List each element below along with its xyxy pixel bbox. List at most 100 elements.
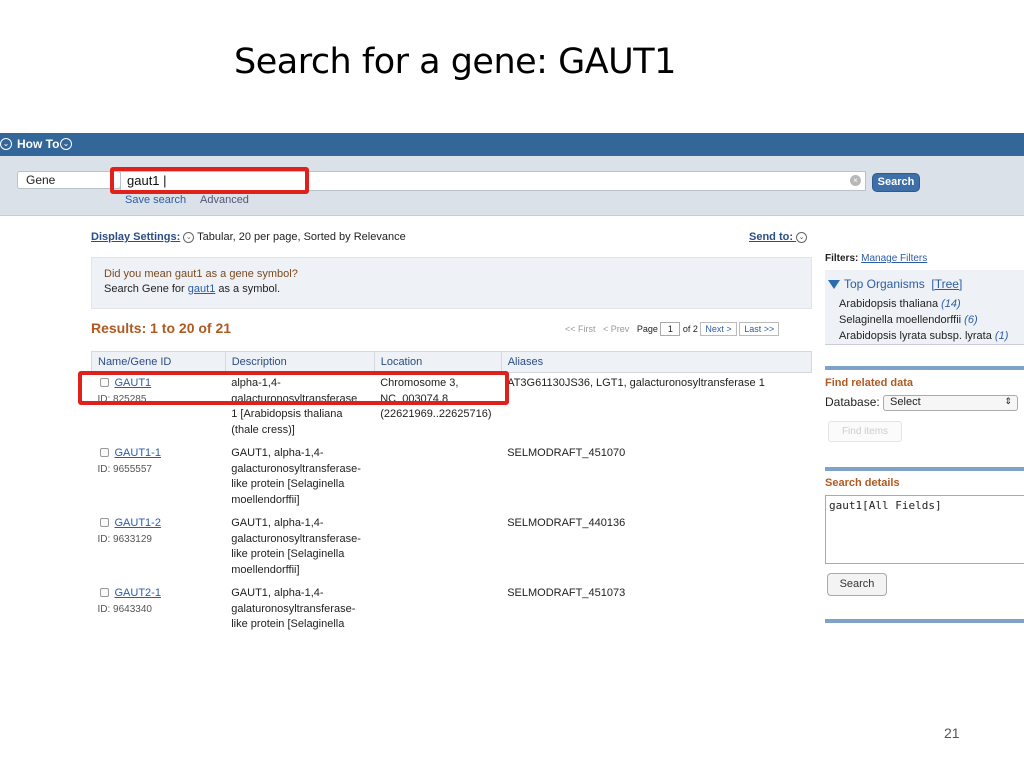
first-page-link[interactable]: << First xyxy=(565,324,596,334)
location-cell xyxy=(374,583,501,633)
database-dropdown-value: Select xyxy=(890,396,921,408)
display-settings-link[interactable]: Display Settings: xyxy=(91,231,180,243)
section-divider xyxy=(825,619,1024,623)
column-header[interactable]: Name/Gene ID xyxy=(91,351,226,373)
description-line: GAUT1, alpha-1,4- xyxy=(231,587,324,599)
filters: Filters: Manage Filters xyxy=(825,253,927,264)
gene-link[interactable]: GAUT1-2 xyxy=(115,517,161,529)
gene-id: ID: 9633129 xyxy=(97,533,153,545)
chevron-down-icon[interactable]: ⌄ xyxy=(60,138,72,150)
column-header[interactable]: Aliases xyxy=(500,351,813,373)
column-header[interactable]: Location xyxy=(373,351,502,373)
database-dropdown[interactable]: Select ⇕ xyxy=(883,395,1019,411)
page-label: Page xyxy=(636,324,658,334)
last-page-button[interactable]: Last >> xyxy=(739,322,780,336)
query-highlight-box xyxy=(110,167,309,194)
chevron-down-icon[interactable]: ⌄ xyxy=(0,138,12,150)
description-line: galaturonosyltransferase- xyxy=(231,602,356,615)
description-cell: GAUT1, alpha-1,4- galaturonosyltransferas… xyxy=(225,583,374,633)
slide-title: Search for a gene: GAUT1 xyxy=(234,42,676,82)
display-settings: Display Settings: ⌄ Tabular, 20 per page… xyxy=(91,231,406,243)
database-label: Database: xyxy=(825,395,880,410)
suggestion-question: Did you mean gaut1 as a gene symbol? xyxy=(104,268,298,280)
name-cell: GAUT2-1 ID: 9643340 xyxy=(92,583,226,633)
page-input[interactable]: 1 xyxy=(660,322,681,336)
gene-id: ID: 9643340 xyxy=(97,603,153,615)
organism-filter[interactable]: Arabidopsis lyrata subsp. lyrata (1) xyxy=(839,330,1008,342)
organism-name: Arabidopsis thaliana xyxy=(839,298,939,310)
manage-filters-link[interactable]: Manage Filters xyxy=(861,253,927,264)
suggestion-link[interactable]: gaut1 xyxy=(188,283,216,295)
location-cell xyxy=(374,443,501,513)
aliases-cell: SELMODRAFT_451070 xyxy=(507,447,626,459)
description-cell: GAUT1, alpha-1,4- galacturonosyltransfera… xyxy=(225,513,374,583)
suggestion-text: Search Gene for xyxy=(104,283,188,295)
chevron-down-icon[interactable]: ⌄ xyxy=(183,231,195,243)
organism-name: Selaginella moellendorffii xyxy=(839,314,962,326)
find-items-button[interactable]: Find items xyxy=(828,421,902,442)
organism-filter[interactable]: Selaginella moellendorffii (6) xyxy=(839,314,978,326)
save-search-link[interactable]: Save search xyxy=(125,194,186,206)
prev-page-link[interactable]: < Prev xyxy=(603,324,629,334)
aliases-cell: SELMODRAFT_451073 xyxy=(507,587,626,599)
advanced-link[interactable]: Advanced xyxy=(200,194,249,206)
clear-icon[interactable]: × xyxy=(850,175,861,186)
description-line: moellendorffii] xyxy=(231,493,300,506)
aliases-cell: SELMODRAFT_440136 xyxy=(507,517,626,529)
top-bar: ⌄ How To ⌄ xyxy=(0,133,1024,156)
filters-label: Filters: xyxy=(825,253,859,264)
top-organisms-panel: Top Organisms [Tree] Arabidopsis thalian… xyxy=(825,270,1024,345)
description-line: galacturonosyltransferase- xyxy=(231,462,361,475)
database-row: Database: Select ⇕ xyxy=(825,395,1019,411)
description-cell: GAUT1, alpha-1,4- galacturonosyltransfera… xyxy=(225,443,374,513)
search-details-button[interactable]: Search xyxy=(827,573,887,596)
row-checkbox[interactable] xyxy=(99,518,109,528)
page-of: of 2 xyxy=(682,324,698,334)
ncbi-gene-screenshot: ⌄ How To ⌄ Gene gaut1 | × Search Save se… xyxy=(0,133,1024,633)
search-details-title: Search details xyxy=(825,477,900,489)
column-header[interactable]: Description xyxy=(224,351,375,373)
table-row: GAUT2-1 ID: 9643340 GAUT1, alpha-1,4- galat… xyxy=(92,583,812,633)
organism-filter[interactable]: Arabidopsis thaliana (14) xyxy=(839,298,961,310)
section-divider xyxy=(825,366,1024,370)
organism-count: (14) xyxy=(941,298,961,310)
gene-link[interactable]: GAUT2-1 xyxy=(115,587,161,599)
description-line: GAUT1, alpha-1,4- xyxy=(231,447,324,459)
row-checkbox[interactable] xyxy=(99,588,109,598)
name-cell: GAUT1-2 ID: 9633129 xyxy=(92,513,226,583)
table-row: GAUT1-1 ID: 9655557 GAUT1, alpha-1,4- galac… xyxy=(92,443,812,513)
description-line: like protein [Selaginella xyxy=(231,478,345,490)
suggestion-box: Did you mean gaut1 as a gene symbol? Sea… xyxy=(91,257,812,309)
organism-count: (6) xyxy=(964,314,978,326)
row-checkbox[interactable] xyxy=(99,448,109,458)
description-line: moellendorffii] xyxy=(231,633,368,634)
section-divider xyxy=(825,467,1024,471)
send-to[interactable]: Send to: ⌄ xyxy=(749,231,808,243)
top-organisms-header[interactable]: Top Organisms [Tree] xyxy=(828,277,962,291)
slide-number: 21 xyxy=(944,725,960,741)
description-line: like protein [Selaginella xyxy=(231,618,345,630)
display-settings-value: Tabular, 20 per page, Sorted by Relevanc… xyxy=(197,231,406,243)
tree-link[interactable]: [Tree] xyxy=(931,277,962,291)
how-to-label[interactable]: How To xyxy=(17,137,59,151)
chevron-down-icon[interactable]: ⌄ xyxy=(796,231,808,243)
aliases-cell: AT3G61130JS36, LGT1, galacturonosyltrans… xyxy=(507,377,765,389)
description-line: galacturonosyltransferase- xyxy=(231,532,361,545)
organism-count: (1) xyxy=(994,330,1009,342)
result-highlight-box xyxy=(78,371,509,405)
suggestion-text: as a symbol. xyxy=(215,283,281,295)
triangle-down-icon xyxy=(828,280,840,290)
table-row: GAUT1-2 ID: 9633129 GAUT1, alpha-1,4- galac… xyxy=(92,513,812,583)
search-details-textarea[interactable]: gaut1[All Fields] xyxy=(825,495,1024,564)
gene-link[interactable]: GAUT1-1 xyxy=(115,447,161,459)
gene-id: ID: 9655557 xyxy=(97,463,153,475)
top-organisms-label: Top Organisms xyxy=(844,277,925,291)
send-to-link[interactable]: Send to: xyxy=(749,231,793,243)
updown-arrow-icon: ⇕ xyxy=(1004,396,1013,406)
results-count: Results: 1 to 20 of 21 xyxy=(91,320,232,336)
location-cell xyxy=(374,513,501,583)
search-button[interactable]: Search xyxy=(872,173,920,192)
description-line: 1 [Arabidopsis thaliana xyxy=(231,408,343,420)
database-select[interactable]: Gene xyxy=(17,171,121,189)
next-page-button[interactable]: Next > xyxy=(700,322,737,336)
